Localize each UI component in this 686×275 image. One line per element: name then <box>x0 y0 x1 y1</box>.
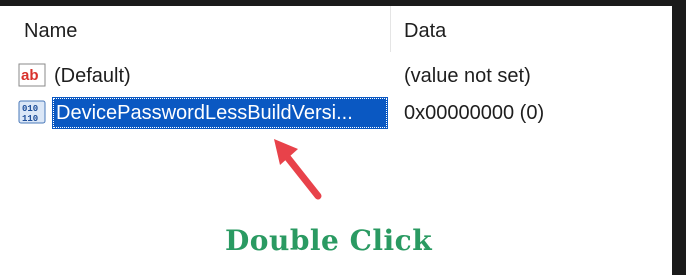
value-name: DevicePasswordLessBuildVersi... <box>56 102 353 124</box>
list-header: Name Data <box>0 6 672 52</box>
registry-value-row-selected[interactable]: 010 110 DevicePasswordLessBuildVersi... … <box>0 97 672 129</box>
svg-text:010: 010 <box>22 104 38 114</box>
double-click-annotation: Double Click <box>225 224 433 257</box>
column-divider[interactable] <box>390 6 391 52</box>
value-data: (value not set) <box>404 65 531 87</box>
binary-value-icon: 010 110 <box>18 100 46 124</box>
svg-text:110: 110 <box>22 114 38 124</box>
column-header-name[interactable]: Name <box>24 20 77 43</box>
svg-text:ab: ab <box>21 67 39 84</box>
registry-values-list: Name Data ab (Default) (value not set) 0… <box>0 6 672 275</box>
annotation-arrow-icon <box>274 139 322 200</box>
value-data: 0x00000000 (0) <box>404 102 545 124</box>
value-name: (Default) <box>54 65 131 87</box>
string-value-icon: ab <box>18 63 46 87</box>
selected-value-name[interactable]: DevicePasswordLessBuildVersi... <box>52 97 388 129</box>
column-header-data[interactable]: Data <box>404 20 446 43</box>
registry-value-row-default[interactable]: ab (Default) (value not set) <box>0 60 672 92</box>
